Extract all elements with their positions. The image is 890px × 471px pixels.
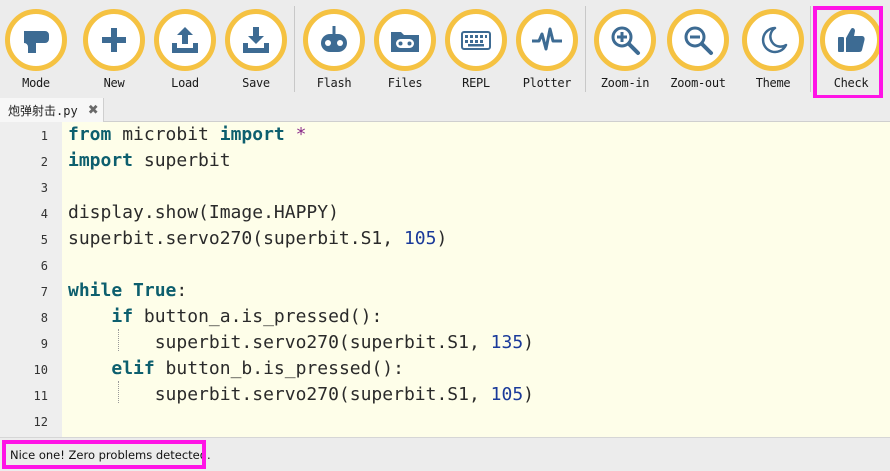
files-label: Files: [387, 76, 423, 90]
code-token: while: [68, 280, 123, 301]
line-number: 8: [40, 311, 48, 325]
line-number: 5: [40, 233, 48, 247]
files-button[interactable]: Files: [369, 4, 441, 94]
zoom-out-icon: [684, 26, 713, 55]
theme-label: Theme: [755, 76, 791, 90]
code-token: superbit.servo270(superbit.S1,: [68, 384, 491, 405]
plotter-label: Plotter: [522, 76, 572, 90]
toolbar-separator: [585, 6, 586, 92]
status-message: Nice one! Zero problems detected.: [10, 448, 211, 462]
new-label: New: [103, 76, 125, 90]
theme-button[interactable]: Theme: [737, 4, 809, 94]
code-token: display.show(Image.HAPPY): [68, 202, 339, 223]
microbit-icon: [321, 26, 347, 52]
code-line: elif button_b.is_pressed():: [68, 358, 404, 379]
code-token: if: [111, 306, 134, 327]
folder-icon: [391, 32, 419, 52]
toolbar-separator: [810, 6, 811, 92]
code-editor[interactable]: 1 2 3 4 5 6 7 8 9 10 11 12 from microbit import * im…: [0, 122, 890, 437]
download-icon: [243, 27, 269, 53]
code-token: from: [68, 124, 112, 145]
status-bar: Nice one! Zero problems detected.: [0, 437, 890, 471]
save-label: Save: [242, 76, 270, 90]
code-token: 135: [490, 332, 524, 353]
code-token: ): [523, 332, 534, 353]
code-token: ): [436, 228, 448, 249]
code-line: superbit.servo270(superbit.S1, 105): [68, 384, 534, 405]
code-token: import: [68, 150, 134, 171]
repl-button[interactable]: REPL: [440, 4, 512, 94]
code-token: button_b.is_pressed():: [154, 358, 404, 379]
code-line: from microbit import *: [68, 124, 306, 145]
zoom-in-label: Zoom-in: [600, 76, 650, 90]
code-token: True: [133, 280, 177, 301]
code-token: elif: [111, 358, 155, 379]
line-number: 12: [33, 415, 48, 429]
line-number: 1: [40, 129, 48, 143]
load-label: Load: [171, 76, 199, 90]
pulse-icon: [532, 27, 562, 51]
flash-button[interactable]: Flash: [298, 4, 370, 94]
code-token: :: [176, 280, 188, 301]
code-token: *: [295, 124, 307, 145]
code-line: superbit.servo270(superbit.S1, 135): [68, 332, 534, 353]
code-line: import superbit: [68, 150, 231, 171]
code-line: if button_a.is_pressed():: [68, 306, 382, 327]
load-button[interactable]: Load: [149, 4, 221, 94]
code-line: display.show(Image.HAPPY): [68, 202, 339, 223]
zoom-out-label: Zoom-out: [670, 76, 726, 90]
code-token: superbit.servo270(superbit.S1,: [68, 332, 491, 353]
close-tab-icon[interactable]: ✖: [88, 103, 99, 118]
code-token: button_a.is_pressed():: [133, 306, 383, 327]
code-token: 105: [403, 228, 437, 249]
line-number: 11: [33, 389, 48, 403]
line-number: 7: [40, 285, 48, 299]
line-number: 2: [40, 155, 48, 169]
line-number-gutter: 1 2 3 4 5 6 7 8 9 10 11 12: [0, 122, 62, 437]
indent-guide: [118, 381, 119, 403]
file-tab-label: 炮弹射击.py: [8, 103, 78, 118]
check-button[interactable]: Check: [815, 4, 887, 94]
line-number: 4: [40, 207, 48, 221]
line-number: 3: [40, 181, 48, 195]
save-button[interactable]: Save: [220, 4, 292, 94]
zoom-in-button[interactable]: Zoom-in: [589, 4, 661, 94]
code-token: 105: [490, 384, 524, 405]
thumbs-up-icon: [838, 27, 865, 52]
indent-guide: [118, 329, 119, 351]
mode-label: Mode: [22, 76, 50, 90]
code-line: while True:: [68, 280, 187, 301]
code-token: import: [219, 124, 285, 145]
code-token: microbit: [111, 124, 220, 145]
check-label: Check: [833, 76, 869, 90]
repl-label: REPL: [462, 76, 490, 90]
plus-icon: [102, 28, 126, 52]
flash-label: Flash: [316, 76, 352, 90]
code-token: superbit.servo270(superbit.S1,: [68, 228, 404, 249]
mode-button[interactable]: Mode: [0, 4, 72, 94]
zoom-in-icon: [611, 26, 640, 55]
line-number: 10: [33, 363, 48, 377]
code-token: superbit: [133, 150, 231, 171]
toolbar: Mode New Load Save Flash Files REPL Plot…: [0, 0, 890, 99]
file-tab[interactable]: 炮弹射击.py ✖: [0, 98, 104, 122]
mode-icon: [24, 31, 49, 53]
tab-bar: 炮弹射击.py ✖: [0, 98, 890, 122]
plotter-button[interactable]: Plotter: [511, 4, 583, 94]
code-line: superbit.servo270(superbit.S1, 105): [68, 228, 447, 249]
code-token: ): [523, 384, 534, 405]
line-number: 9: [40, 337, 48, 351]
upload-icon: [172, 27, 198, 53]
zoom-out-button[interactable]: Zoom-out: [662, 4, 734, 94]
moon-icon: [761, 26, 788, 54]
keyboard-icon: [461, 31, 491, 50]
line-number: 6: [40, 259, 48, 273]
toolbar-separator: [294, 6, 295, 92]
new-button[interactable]: New: [78, 4, 150, 94]
